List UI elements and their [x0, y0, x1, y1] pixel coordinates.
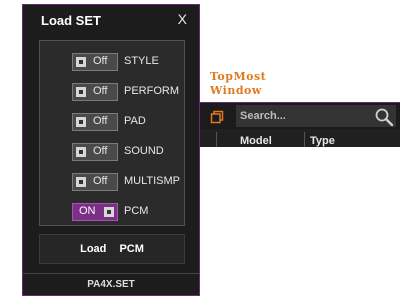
option-label: SOUND	[124, 145, 164, 157]
option-label: PERFORM	[124, 85, 179, 97]
toggle-state: ON	[79, 205, 96, 217]
set-filename: PA4X.SET	[23, 273, 199, 296]
toggle-knob-icon	[76, 87, 86, 97]
search-icon[interactable]	[374, 107, 394, 127]
pcm-toggle[interactable]: ON	[72, 203, 118, 221]
toggle-knob-icon	[104, 207, 114, 217]
toggle-state: Off	[93, 85, 108, 97]
search-input[interactable]	[240, 108, 368, 124]
search-box	[236, 105, 396, 127]
perform-toggle[interactable]: Off	[72, 83, 118, 101]
toggle-knob-icon	[76, 147, 86, 157]
column-header-model[interactable]: Model	[240, 135, 272, 147]
topmost-label-line2: Window	[210, 84, 262, 97]
background-toolbar	[200, 102, 400, 129]
style-toggle[interactable]: Off	[72, 53, 118, 71]
toggle-knob-icon	[76, 177, 86, 187]
toggle-state: Off	[93, 115, 108, 127]
close-button[interactable]: X	[178, 11, 187, 27]
toggle-knob-icon	[76, 57, 86, 67]
column-separator	[216, 132, 217, 147]
options-panel: Off STYLE Off PERFORM Off PAD Off SOUND	[39, 40, 185, 226]
toggle-state: Off	[93, 55, 108, 67]
option-label: MULTISMP	[124, 175, 181, 187]
option-label: PCM	[124, 205, 149, 217]
sound-toggle[interactable]: Off	[72, 143, 118, 161]
load-set-dialog: Load SET X Off STYLE Off PERFORM Off PAD	[22, 4, 200, 296]
topmost-window-label: TopMost Window	[210, 70, 266, 98]
background-window: Model Type	[200, 102, 400, 300]
topmost-label-line1: TopMost	[210, 70, 267, 83]
table-header: Model Type	[200, 129, 400, 147]
load-pcm-button[interactable]: Load PCM	[39, 234, 185, 264]
topmost-window-icon[interactable]	[210, 110, 224, 124]
column-separator	[304, 132, 305, 147]
dialog-title: Load SET	[41, 13, 101, 28]
toggle-state: Off	[93, 175, 108, 187]
pad-toggle[interactable]: Off	[72, 113, 118, 131]
multismp-toggle[interactable]: Off	[72, 173, 118, 191]
toggle-knob-icon	[76, 117, 86, 127]
toggle-state: Off	[93, 145, 108, 157]
table-body	[200, 147, 400, 300]
column-header-type[interactable]: Type	[310, 135, 335, 147]
option-label: PAD	[124, 115, 146, 127]
option-label: STYLE	[124, 55, 159, 67]
